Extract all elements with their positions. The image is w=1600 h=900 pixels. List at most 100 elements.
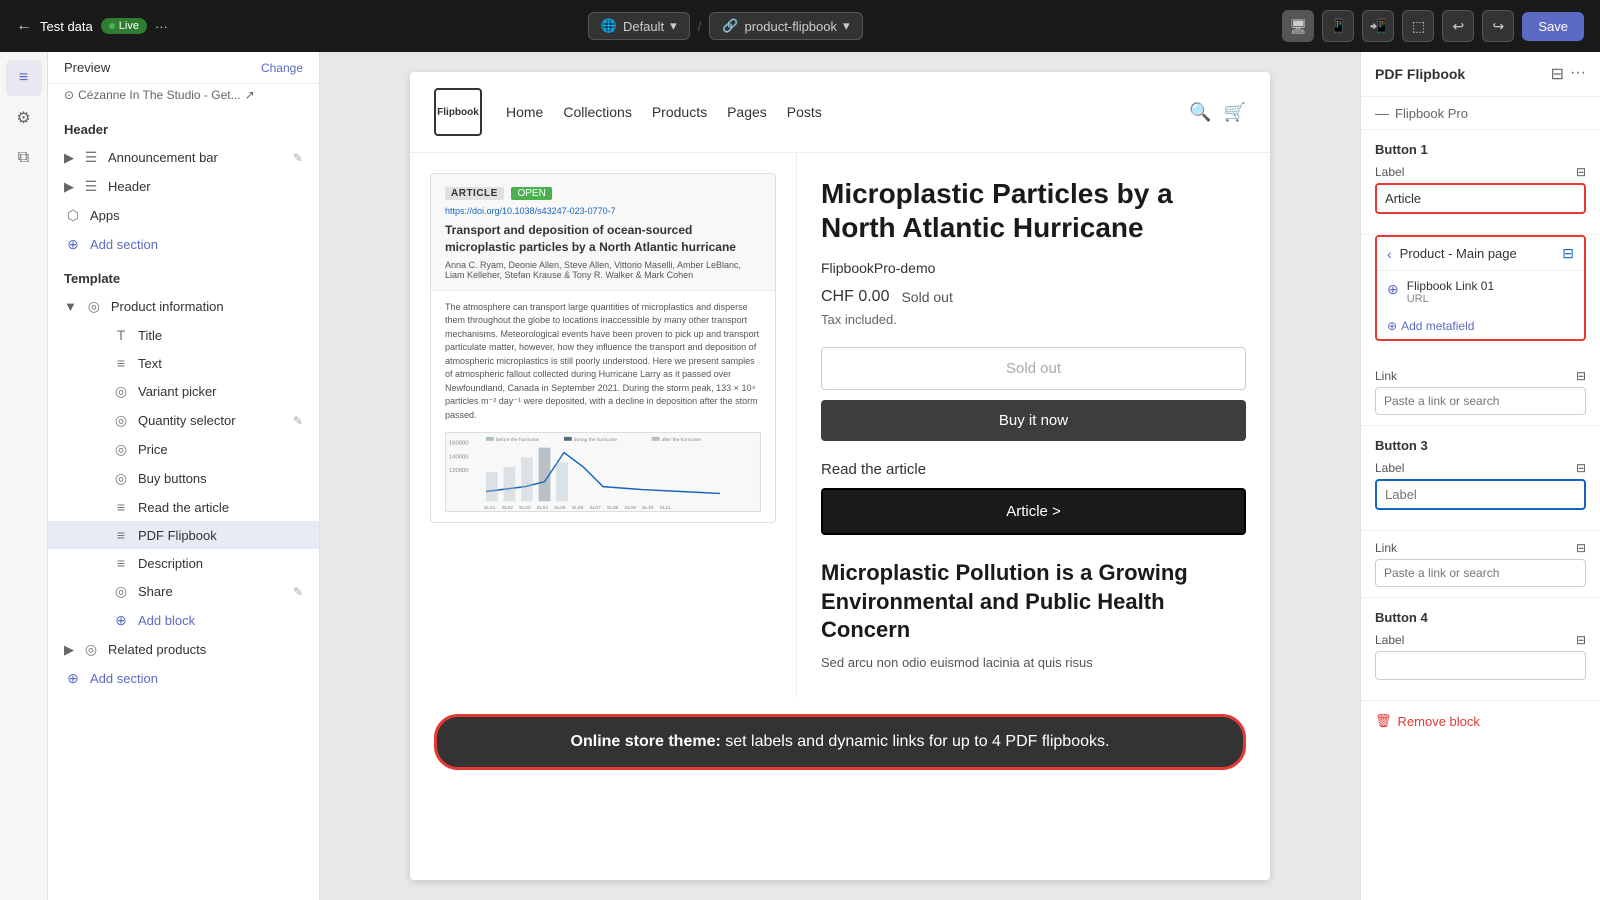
dropdown-back-button[interactable]: ‹	[1387, 246, 1392, 262]
rs-more-icon[interactable]: ···	[1570, 64, 1586, 84]
edit-icon[interactable]: ✎	[293, 151, 303, 165]
apps-label: Apps	[90, 208, 303, 223]
article-button[interactable]: Article >	[821, 488, 1246, 535]
svg-text:SL01: SL01	[484, 505, 496, 511]
button3-label-input[interactable]	[1375, 479, 1586, 510]
search-icon[interactable]: 🔍	[1189, 102, 1211, 123]
undo-button[interactable]: ↩	[1442, 10, 1474, 42]
announcement-banner: Online store theme: set labels and dynam…	[434, 714, 1246, 770]
sidebar-item-variant-picker[interactable]: ◎ Variant picker	[48, 377, 319, 406]
product-desc-body: Sed arcu non odio euismod lacinia at qui…	[821, 653, 1246, 674]
button4-label-input[interactable]	[1375, 651, 1586, 680]
sidebar-item-price[interactable]: ◎ Price	[48, 435, 319, 464]
sidebar-item-title[interactable]: T Title	[48, 321, 319, 349]
link-db-icon[interactable]: ⊟	[1576, 369, 1586, 383]
button3-title: Button 3	[1375, 438, 1586, 453]
left-sidebar: ≡ ⚙ ⧉ Preview Change ⊙ Cézanne In The St…	[0, 52, 320, 900]
collapse-arrow: ▶	[64, 150, 74, 166]
svg-text:SL08: SL08	[607, 505, 619, 511]
store-nav-icons: 🔍 🛒	[1189, 102, 1246, 123]
nav-home[interactable]: Home	[506, 104, 543, 120]
live-dot	[109, 23, 115, 29]
redo-button[interactable]: ↪	[1482, 10, 1514, 42]
tablet-view-button[interactable]: 📱	[1322, 10, 1354, 42]
dropdown-db-icon[interactable]: ⊟	[1562, 245, 1574, 262]
description-label: Description	[138, 556, 303, 571]
rs-copy-icon[interactable]: ⊟	[1551, 64, 1564, 84]
rs-header-icons: ⊟ ···	[1551, 64, 1586, 84]
nav-pages[interactable]: Pages	[727, 104, 767, 120]
sidebar-item-pdf-flipbook[interactable]: ≡ PDF Flipbook	[48, 521, 319, 549]
share-icon: ◎	[112, 583, 130, 600]
sold-out-button[interactable]: Sold out	[821, 347, 1246, 390]
title-icon: T	[112, 327, 130, 343]
sidebar-item-header[interactable]: ▶ ☰ Header	[48, 172, 319, 201]
price-label: Price	[138, 442, 303, 457]
save-button[interactable]: Save	[1522, 12, 1584, 41]
sidebar-item-related-products[interactable]: ▶ ◎ Related products	[48, 635, 319, 664]
sidebar-item-quantity-selector[interactable]: ◎ Quantity selector ✎	[48, 406, 319, 435]
svg-text:SL05: SL05	[554, 505, 566, 511]
sidebar-item-description[interactable]: ≡ Description	[48, 549, 319, 577]
add-section-button[interactable]: ⊕ Add section	[48, 230, 319, 259]
related-products-icon: ◎	[82, 641, 100, 658]
svg-text:SL10: SL10	[642, 505, 654, 511]
mobile-view-button[interactable]: 📲	[1362, 10, 1394, 42]
label-db-icon[interactable]: ⊟	[1576, 165, 1586, 179]
preview-change-button[interactable]: Change	[261, 61, 303, 75]
grid-view-button[interactable]: ⬚	[1402, 10, 1434, 42]
desktop-view-button[interactable]: 🖥	[1282, 10, 1314, 42]
topbar-more-button[interactable]: ···	[155, 19, 168, 34]
button1-label-input[interactable]	[1375, 183, 1586, 214]
default-dropdown[interactable]: 🌐 Default ▾	[588, 12, 690, 40]
quantity-selector-label: Quantity selector	[138, 413, 285, 428]
add-section2-button[interactable]: ⊕ Add section	[48, 664, 319, 693]
quantity-edit-icon[interactable]: ✎	[293, 414, 303, 428]
sidebar-item-share[interactable]: ◎ Share ✎	[48, 577, 319, 606]
nav-blocks-icon[interactable]: ⧉	[6, 140, 42, 176]
add-block-button[interactable]: ⊕ Add block	[48, 606, 319, 635]
external-link-icon[interactable]: ↗	[245, 88, 255, 102]
sidebar-item-apps[interactable]: ⬡ Apps	[48, 201, 319, 230]
button3-section: Button 3 Label ⊟	[1361, 426, 1600, 531]
share-edit-icon[interactable]: ✎	[293, 585, 303, 599]
remove-block-button[interactable]: 🗑 Remove block	[1361, 701, 1600, 741]
nav-posts[interactable]: Posts	[787, 104, 822, 120]
canvas-inner: Flipbook Home Collections Products Pages…	[410, 72, 1270, 880]
topbar-title: Test data	[40, 19, 93, 34]
button3-link-section: Link ⊟	[1361, 531, 1600, 598]
sidebar-item-buy-buttons[interactable]: ◎ Buy buttons	[48, 464, 319, 493]
link-input[interactable]	[1375, 387, 1586, 415]
svg-text:120000: 120000	[449, 468, 469, 474]
sidebar-item-product-info[interactable]: ▼ ◎ Product information	[48, 292, 319, 321]
price-icon: ◎	[112, 441, 130, 458]
sidebar-item-announcement-bar[interactable]: ▶ ☰ Announcement bar ✎	[48, 143, 319, 172]
svg-text:SL03: SL03	[519, 505, 531, 511]
button3-link-db-icon[interactable]: ⊟	[1576, 541, 1586, 555]
live-badge: Live	[101, 18, 147, 34]
product-info-area: Microplastic Particles by a North Atlant…	[797, 153, 1270, 698]
rs-sub-icon: —	[1375, 105, 1389, 121]
article-authors: Anna C. Ryam, Deonie Allen, Steve Allen,…	[445, 260, 761, 280]
svg-text:SL02: SL02	[502, 505, 514, 511]
back-button[interactable]: ←	[16, 17, 32, 35]
cart-icon[interactable]: 🛒	[1224, 102, 1246, 123]
button3-link-input[interactable]	[1375, 559, 1586, 587]
button3-db-icon[interactable]: ⊟	[1576, 461, 1586, 475]
button4-db-icon[interactable]: ⊟	[1576, 633, 1586, 647]
nav-theme-icon[interactable]: ≡	[6, 60, 42, 96]
add-metafield-button[interactable]: ⊕ Add metafield	[1377, 313, 1584, 339]
preview-page-name: Cézanne In The Studio - Get...	[78, 88, 241, 102]
buy-now-button[interactable]: Buy it now	[821, 400, 1246, 441]
read-article-label: Read the article	[138, 500, 303, 515]
product-dropdown[interactable]: 🔗 product-flipbook ▾	[709, 12, 862, 40]
nav-collections[interactable]: Collections	[563, 104, 631, 120]
sidebar-item-read-article[interactable]: ≡ Read the article	[48, 493, 319, 521]
nav-settings-icon[interactable]: ⚙	[6, 100, 42, 136]
dropdown-header[interactable]: ‹ Product - Main page ⊟	[1377, 237, 1584, 271]
chevron-down-icon-2: ▾	[843, 18, 850, 34]
add-meta-icon: ⊕	[1387, 319, 1397, 333]
nav-products[interactable]: Products	[652, 104, 707, 120]
topbar-right: 🖥 📱 📲 ⬚ ↩ ↪ Save	[1282, 10, 1584, 42]
sidebar-item-text[interactable]: ≡ Text	[48, 349, 319, 377]
